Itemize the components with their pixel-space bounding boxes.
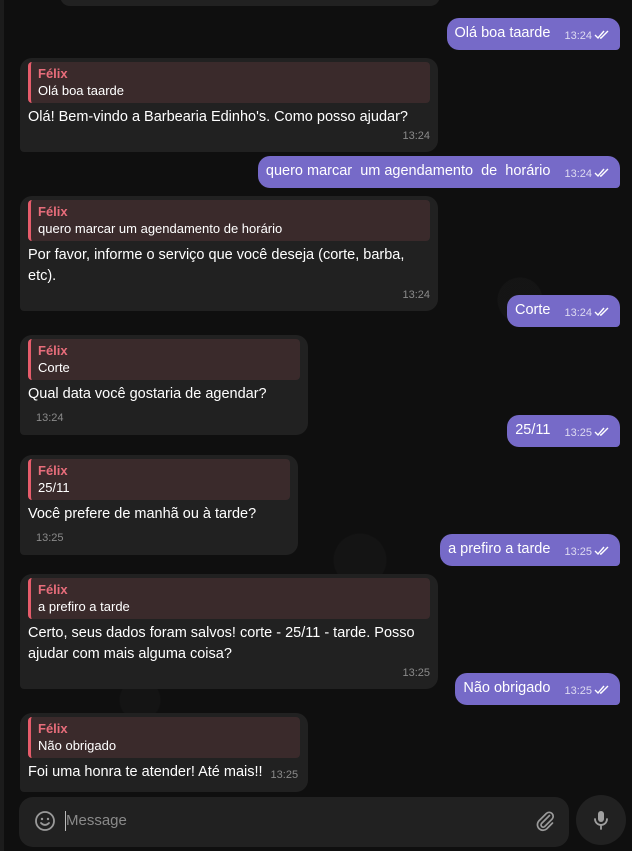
- double-check-icon: [594, 685, 609, 695]
- incoming-message[interactable]: Félix Não obrigado Foi uma honra te aten…: [20, 713, 308, 792]
- message-time: 13:24: [564, 26, 610, 46]
- reply-quote: Corte: [38, 360, 70, 375]
- reply-preview[interactable]: Félix Não obrigado: [28, 717, 300, 758]
- smiley-icon[interactable]: [33, 809, 57, 833]
- reply-author: Félix: [38, 343, 68, 358]
- message-text: 25/11: [515, 422, 551, 438]
- message-time: 13:24: [564, 164, 610, 184]
- message-text: a prefiro a tarde: [448, 541, 551, 557]
- reply-preview[interactable]: Félix Corte: [28, 339, 300, 380]
- reply-quote: Olá boa taarde: [38, 83, 125, 98]
- message-time: 13:24: [402, 130, 430, 142]
- reply-quote: 25/11: [38, 480, 70, 495]
- message-body: Foi uma honra te atender! Até mais!! 13:2…: [28, 762, 300, 786]
- message-text: Foi uma honra te atender! Até mais!!: [28, 764, 263, 780]
- reply-quote: a prefiro a tarde: [38, 599, 130, 614]
- double-check-icon: [594, 168, 609, 178]
- outgoing-message[interactable]: quero marcar um agendamento de horário 1…: [257, 156, 620, 188]
- message-input[interactable]: Message: [66, 812, 127, 829]
- message-text: quero marcar um agendamento de horário: [265, 163, 551, 179]
- double-check-icon: [594, 30, 609, 40]
- incoming-message[interactable]: Félix quero marcar um agendamento de hor…: [20, 196, 438, 311]
- message-time: 13:25: [564, 542, 610, 562]
- message-body: Qual data você gostaria de agendar? 13:24: [28, 384, 300, 429]
- microphone-icon: [594, 811, 608, 830]
- message-text: Por favor, informe o serviço que você de…: [28, 247, 405, 284]
- message-time: 13:25: [564, 423, 610, 443]
- double-check-icon: [594, 546, 609, 556]
- reply-preview[interactable]: Félix Olá boa taarde: [28, 62, 430, 103]
- reply-author: Félix: [38, 463, 68, 478]
- reply-author: Félix: [38, 582, 68, 597]
- outgoing-message[interactable]: Olá boa taarde 13:24: [446, 18, 620, 50]
- reply-preview[interactable]: Félix quero marcar um agendamento de hor…: [28, 200, 430, 241]
- reply-quote: Não obrigado: [38, 738, 117, 753]
- panel-divider: [0, 0, 4, 851]
- outgoing-message[interactable]: Corte 13:24: [506, 295, 620, 327]
- reply-quote: quero marcar um agendamento de horário: [38, 221, 283, 236]
- paperclip-icon[interactable]: [533, 809, 557, 833]
- message-text: Qual data você gostaria de agendar?: [28, 386, 267, 402]
- outgoing-message[interactable]: 25/11 13:25: [507, 415, 620, 447]
- voice-message-button[interactable]: [576, 795, 626, 845]
- incoming-message[interactable]: Félix Olá boa taarde Olá! Bem-vindo a Ba…: [20, 58, 438, 152]
- reply-preview[interactable]: Félix a prefiro a tarde: [28, 578, 430, 619]
- message-text: Olá boa taarde: [454, 25, 551, 41]
- message-time: 13:24: [564, 303, 610, 323]
- message-time: 13:25: [402, 667, 430, 679]
- message-text: Você prefere de manhã ou à tarde?: [28, 506, 257, 522]
- reply-author: Félix: [38, 66, 68, 81]
- message-body: Você prefere de manhã ou à tarde? 13:25: [28, 504, 290, 549]
- reply-author: Félix: [38, 721, 68, 736]
- outgoing-message[interactable]: a prefiro a tarde 13:25: [440, 534, 620, 566]
- message-text: Não obrigado: [463, 680, 551, 696]
- message-time: 13:24: [36, 412, 64, 424]
- message-text: Olá! Bem-vindo a Barbearia Edinho's. Com…: [28, 109, 408, 125]
- message-composer[interactable]: Message: [19, 797, 569, 847]
- outgoing-message[interactable]: Não obrigado 13:25: [455, 673, 620, 705]
- chat-area[interactable]: Olá boa taarde 13:24 Félix Olá boa taard…: [0, 0, 632, 851]
- incoming-message[interactable]: Félix Corte Qual data você gostaria de a…: [20, 335, 308, 435]
- message-time: 13:25: [36, 532, 64, 544]
- message-time: 13:24: [402, 289, 430, 301]
- message-text: Certo, seus dados foram salvos! corte - …: [28, 625, 415, 662]
- reply-author: Félix: [38, 204, 68, 219]
- message-time: 13:25: [270, 769, 299, 781]
- message-text: Corte: [514, 302, 551, 318]
- double-check-icon: [594, 427, 609, 437]
- previous-message-fragment: [60, 0, 440, 6]
- incoming-message[interactable]: Félix a prefiro a tarde Certo, seus dado…: [20, 574, 438, 689]
- incoming-message[interactable]: Félix 25/11 Você prefere de manhã ou à t…: [20, 455, 298, 555]
- message-time: 13:25: [564, 681, 610, 701]
- double-check-icon: [594, 307, 609, 317]
- reply-preview[interactable]: Félix 25/11: [28, 459, 290, 500]
